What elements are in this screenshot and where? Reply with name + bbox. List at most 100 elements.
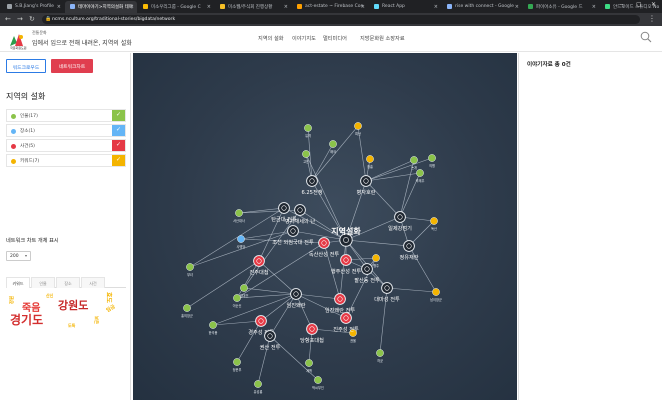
leaf-node[interactable]: [428, 154, 436, 162]
leaf-node[interactable]: [430, 217, 438, 225]
check-icon[interactable]: ✓: [112, 125, 125, 136]
leaf-label: 논개: [411, 165, 417, 170]
event-node[interactable]: [253, 255, 265, 267]
back-icon[interactable]: ←: [5, 15, 11, 23]
maximize-icon[interactable]: ▢: [636, 1, 642, 8]
event-node[interactable]: [306, 323, 318, 335]
browser-tab[interactable]: act-estate ~ Firebase Con ×: [292, 1, 368, 13]
leaf-link: [236, 320, 262, 363]
network-chart-button[interactable]: 네트워크차트: [51, 59, 93, 73]
minimize-icon[interactable]: –: [620, 1, 623, 8]
site-logo-icon[interactable]: [10, 34, 24, 46]
leaf-node[interactable]: [329, 140, 337, 148]
word[interactable]: 강원도: [58, 297, 88, 313]
leaf-node[interactable]: [209, 321, 217, 329]
keyword-node[interactable]: [360, 175, 372, 187]
leaf-node[interactable]: [366, 155, 374, 163]
tab-close-icon[interactable]: ×: [130, 4, 134, 10]
tab-close-icon[interactable]: ×: [284, 4, 288, 10]
url-field[interactable]: 🔒 ncms.nculture.org/traditional-stories/…: [42, 15, 640, 24]
category-person[interactable]: 인물(17) ✓: [6, 109, 126, 122]
leaf-node[interactable]: [183, 304, 191, 312]
nav-regional-tales[interactable]: 지역의 설화: [258, 35, 284, 42]
browser-menu-icon[interactable]: ⋮: [648, 14, 656, 23]
leaf-node[interactable]: [304, 124, 312, 132]
leaf-node[interactable]: [237, 235, 245, 243]
leaf-node[interactable]: [372, 254, 380, 262]
word[interactable]: 보은: [93, 316, 99, 324]
tab-person[interactable]: 인물: [31, 277, 55, 288]
leaf-node[interactable]: [302, 150, 310, 158]
keyword-node[interactable]: [403, 240, 415, 252]
count-select[interactable]: 200 ▾: [6, 251, 31, 261]
keyword-node[interactable]: [287, 225, 299, 237]
keyword-node[interactable]: [381, 282, 393, 294]
leaf-node[interactable]: [186, 263, 194, 271]
tab-close-icon[interactable]: ×: [592, 4, 596, 10]
word[interactable]: 경기도: [10, 311, 43, 328]
browser-tab[interactable]: rise with connect - Google ×: [442, 1, 522, 13]
category-keyword[interactable]: 키워드(7) ✓: [6, 154, 126, 167]
keyword-node[interactable]: [294, 204, 306, 216]
keyword-node[interactable]: [306, 175, 318, 187]
hub-label: 임진왜란: [286, 301, 305, 309]
browser-tab[interactable]: 미소우리그룹 - Google C ×: [138, 1, 214, 13]
category-place[interactable]: 장소(1) ✓: [6, 124, 126, 137]
word[interactable]: 임금: [105, 303, 116, 314]
browser-tab[interactable]: 테마이야기>지역의설화 테마 ×: [65, 1, 137, 13]
leaf-node[interactable]: [254, 380, 262, 388]
leaf-node[interactable]: [235, 209, 243, 217]
browser-tab[interactable]: 미소웹/주식회 진행상황 ×: [215, 1, 291, 13]
keyword-node[interactable]: [264, 330, 276, 342]
leaf-node[interactable]: [432, 288, 440, 296]
nav-multimedia[interactable]: 멀티미디어: [323, 35, 347, 42]
browser-tab[interactable]: React App ×: [369, 1, 441, 13]
tab-place[interactable]: 장소: [56, 277, 80, 288]
check-icon[interactable]: ✓: [112, 140, 125, 151]
network-graph[interactable]: 유격 피난 장흥 고인 애국 논개 의병 곽재우 독산 행주 이순신 사명당 부녀 김대건 서산대사 한석봉 유…: [133, 53, 517, 400]
tab-close-icon[interactable]: ×: [515, 4, 519, 10]
leaf-node[interactable]: [305, 359, 313, 367]
forward-icon[interactable]: →: [17, 15, 23, 23]
event-node[interactable]: [334, 293, 346, 305]
word[interactable]: 효도: [105, 292, 114, 303]
check-icon[interactable]: ✓: [112, 110, 125, 121]
leaf-node[interactable]: [233, 358, 241, 366]
leaf-node[interactable]: [240, 284, 248, 292]
leaf-node[interactable]: [314, 376, 322, 384]
nav-story-map[interactable]: 이야기지도: [292, 35, 316, 42]
leaf-node[interactable]: [416, 169, 424, 177]
browser-tab[interactable]: 파이어소유 - Google 드 ×: [523, 1, 599, 13]
leaf-node[interactable]: [354, 122, 362, 130]
word[interactable]: 산신: [46, 293, 53, 299]
event-node[interactable]: [340, 312, 352, 324]
tab-close-icon[interactable]: ×: [434, 4, 438, 10]
browser-tab[interactable]: S.B.Jiang's Profile ×: [2, 1, 64, 13]
keyword-node[interactable]: [278, 202, 290, 214]
leaf-node[interactable]: [376, 349, 384, 357]
wordcloud-button[interactable]: 워드크로우드: [6, 59, 46, 73]
tab-keyword[interactable]: 키워드: [6, 277, 30, 288]
event-node[interactable]: [340, 254, 352, 266]
search-icon[interactable]: [640, 31, 652, 43]
brand-title[interactable]: 입에서 입으로 전해 내려온, 지역의 설화: [32, 38, 132, 47]
category-event[interactable]: 사건(5) ✓: [6, 139, 126, 152]
keyword-node[interactable]: [394, 211, 406, 223]
tab-close-icon[interactable]: ×: [361, 4, 365, 10]
close-window-icon[interactable]: ✕: [651, 1, 656, 8]
keyword-node[interactable]: [361, 263, 373, 275]
leaf-node[interactable]: [410, 156, 418, 164]
tab-event[interactable]: 사건: [81, 277, 105, 288]
tab-close-icon[interactable]: ×: [57, 4, 61, 10]
network-svg[interactable]: 유격 피난장흥 고인 애국논개 의병곽재우독산행주이순신 사명당부녀김대건 서산대사한석봉유…: [133, 53, 517, 400]
word-cloud: 죽음 강원도 경기도 강원 산신 효도 임금 보은 도둑: [6, 292, 126, 353]
reload-icon[interactable]: ↻: [29, 15, 35, 23]
word[interactable]: 도둑: [68, 323, 75, 329]
keyword-node[interactable]: [290, 288, 302, 300]
nav-cultural-archive[interactable]: 지방문화원 소장자료: [360, 35, 405, 42]
check-icon[interactable]: ✓: [112, 155, 125, 166]
event-node[interactable]: [255, 315, 267, 327]
tab-close-icon[interactable]: ×: [207, 4, 211, 10]
event-node[interactable]: [318, 237, 330, 249]
word[interactable]: 강원: [9, 296, 15, 304]
